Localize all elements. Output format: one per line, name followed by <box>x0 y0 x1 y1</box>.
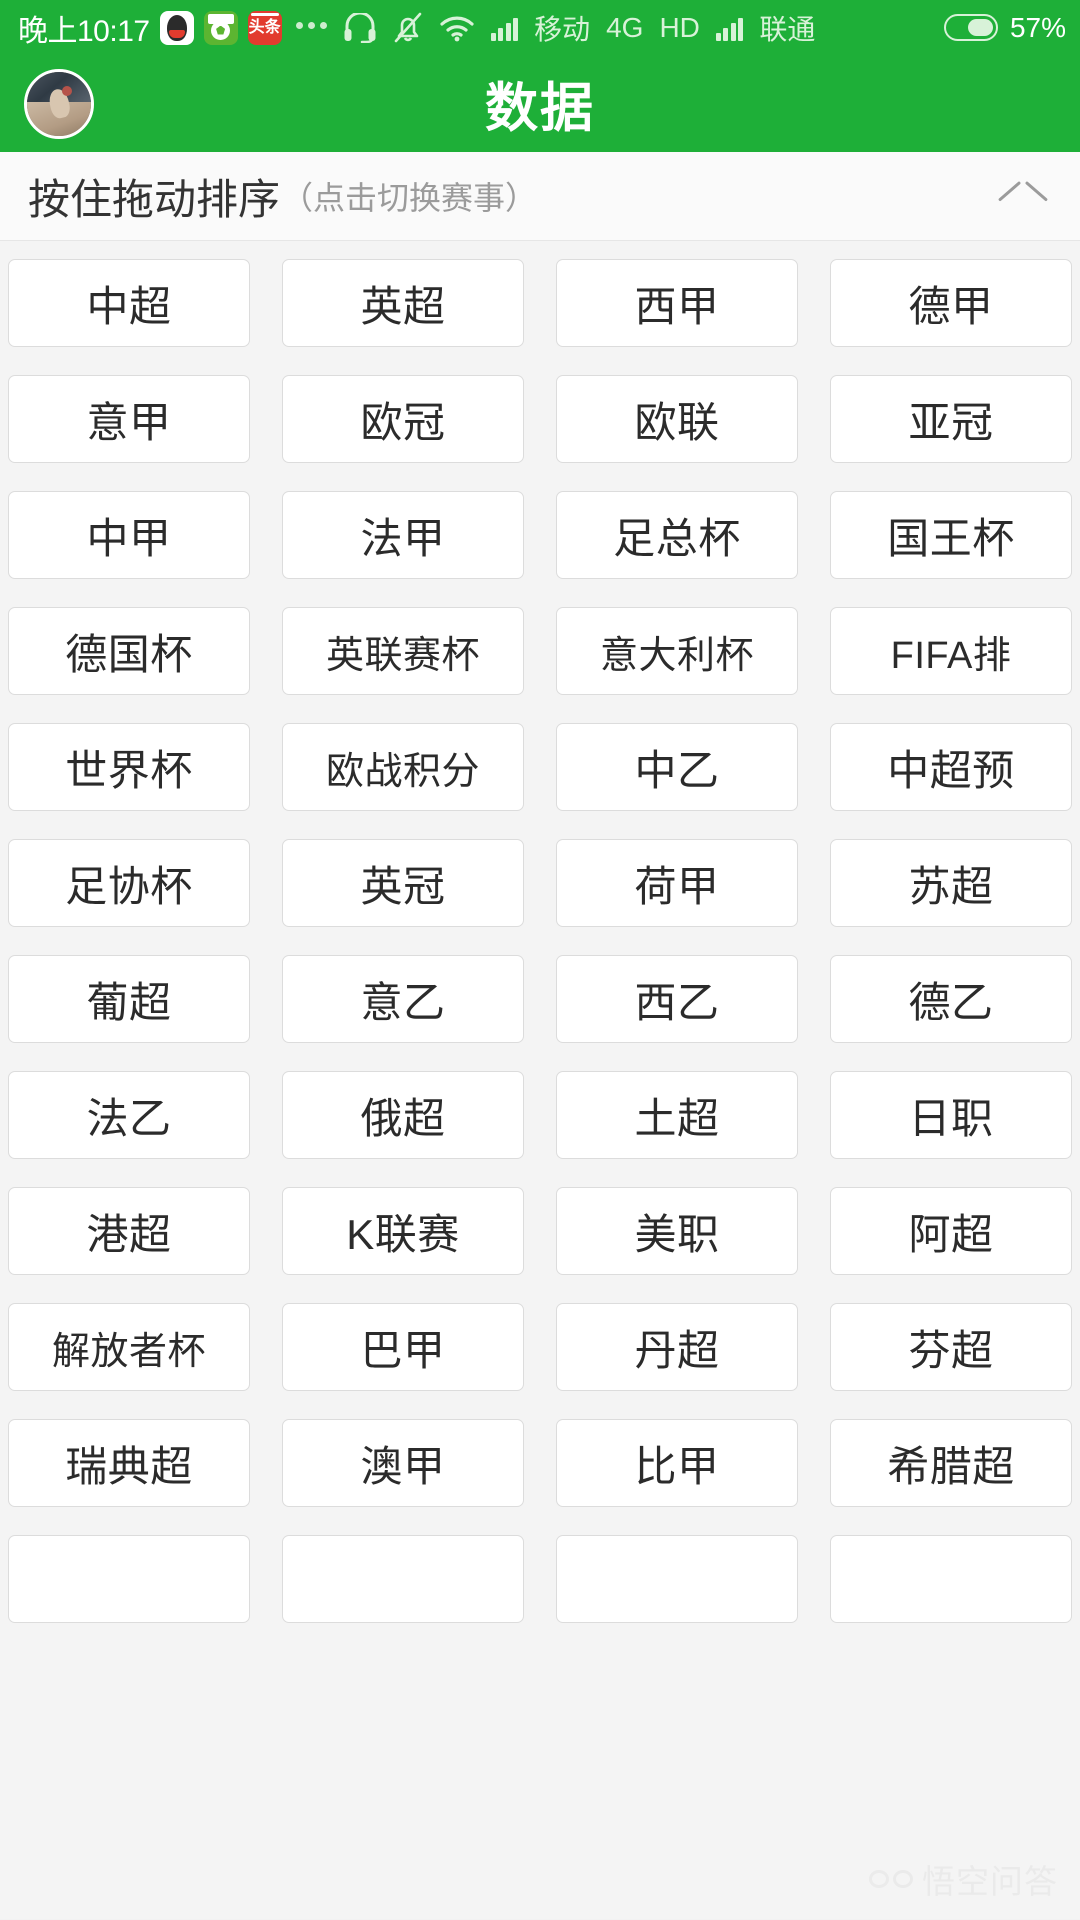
league-button[interactable]: 英超 <box>282 259 524 347</box>
league-button[interactable]: 土超 <box>556 1071 798 1159</box>
qq-icon <box>159 10 194 45</box>
league-button[interactable]: 法乙 <box>8 1071 250 1159</box>
headset-icon <box>344 12 376 43</box>
league-button[interactable]: 西甲 <box>556 259 798 347</box>
status-bar-notification-icons: 移动 4G HD 联通 <box>343 8 816 48</box>
hd-label: HD <box>659 11 700 43</box>
battery-percent-label: 57% <box>1009 11 1066 43</box>
league-button[interactable]: 美职 <box>556 1187 798 1275</box>
watermark-label: 悟空问答 <box>922 1863 1058 1900</box>
league-button[interactable]: 荷甲 <box>556 839 798 927</box>
league-button[interactable]: 中甲 <box>8 491 250 579</box>
league-button[interactable] <box>830 1535 1072 1623</box>
football-app-icon <box>203 10 238 45</box>
league-button[interactable] <box>282 1535 524 1623</box>
league-button[interactable]: 港超 <box>8 1187 250 1275</box>
league-button[interactable]: 巴甲 <box>282 1303 524 1391</box>
league-button[interactable]: 澳甲 <box>282 1419 524 1507</box>
league-button[interactable]: 比甲 <box>556 1419 798 1507</box>
battery-icon <box>943 14 998 41</box>
signal-icon-primary <box>490 15 519 41</box>
league-button[interactable]: 日职 <box>830 1071 1072 1159</box>
league-button[interactable]: 中乙 <box>556 723 798 811</box>
league-button[interactable]: 法甲 <box>282 491 524 579</box>
league-button[interactable]: 德国杯 <box>8 607 250 695</box>
league-button[interactable]: 亚冠 <box>830 375 1072 463</box>
league-button[interactable]: 意甲 <box>8 375 250 463</box>
status-clock: 晚上10:17 <box>18 14 150 48</box>
league-button[interactable] <box>556 1535 798 1623</box>
league-button[interactable]: 阿超 <box>830 1187 1072 1275</box>
league-button[interactable]: 英联赛杯 <box>282 607 524 695</box>
league-button[interactable]: 中超 <box>8 259 250 347</box>
league-button[interactable]: 意乙 <box>282 955 524 1043</box>
league-button[interactable]: 苏超 <box>830 839 1072 927</box>
league-button[interactable]: 足协杯 <box>8 839 250 927</box>
carrier-secondary-label: 联通 <box>759 13 816 45</box>
overflow-dots-icon <box>295 22 327 33</box>
league-button[interactable]: 中超预 <box>830 723 1072 811</box>
avatar[interactable] <box>24 68 94 139</box>
sort-hint-bar[interactable]: 按住拖动排序 （点击切换赛事） <box>0 152 1080 241</box>
wifi-icon <box>439 16 474 41</box>
league-button[interactable]: 意大利杯 <box>556 607 798 695</box>
app-header: 数据 <box>0 55 1080 152</box>
league-button[interactable]: 解放者杯 <box>8 1303 250 1391</box>
league-button[interactable]: 希腊超 <box>830 1419 1072 1507</box>
league-button[interactable]: 德乙 <box>830 955 1072 1043</box>
league-button[interactable]: 德甲 <box>830 259 1072 347</box>
league-button[interactable]: 丹超 <box>556 1303 798 1391</box>
status-bar-right: 57% <box>943 11 1066 44</box>
league-button[interactable]: FIFA排 <box>830 607 1072 695</box>
league-button[interactable]: 欧战积分 <box>282 723 524 811</box>
league-button[interactable]: 芬超 <box>830 1303 1072 1391</box>
watermark: 悟空问答 <box>869 1855 1058 1903</box>
sort-hint-sub-label: （点击切换赛事） <box>281 180 538 216</box>
league-button[interactable]: 俄超 <box>282 1071 524 1159</box>
chevron-up-icon[interactable] <box>1000 173 1046 219</box>
league-button[interactable]: 足总杯 <box>556 491 798 579</box>
league-grid-container: 中超 英超 西甲 德甲意甲 欧冠 欧联 亚冠中甲 法甲 足总杯 国王杯德国杯 英联赛杯 意大利杯 FIF… <box>0 241 1080 1919</box>
bell-muted-icon <box>394 12 421 42</box>
network-type-label: 4G <box>606 11 644 43</box>
signal-icon-secondary <box>715 15 744 41</box>
sort-hint-main-label: 按住拖动排序 <box>28 175 281 223</box>
league-button[interactable]: 葡超 <box>8 955 250 1043</box>
league-button[interactable]: 西乙 <box>556 955 798 1043</box>
page-title: 数据 <box>485 78 595 138</box>
carrier-primary-label: 移动 <box>534 13 591 45</box>
league-button[interactable]: 英冠 <box>282 839 524 927</box>
toutiao-icon: 头条 <box>247 10 282 45</box>
league-button[interactable]: 国王杯 <box>830 491 1072 579</box>
league-button[interactable]: K联赛 <box>282 1187 524 1275</box>
league-button[interactable]: 欧联 <box>556 375 798 463</box>
league-grid: 中超 英超 西甲 德甲意甲 欧冠 欧联 亚冠中甲 法甲 足总杯 国王杯德国杯 英联赛杯 意大利杯 FIF… <box>0 259 1080 1623</box>
league-button[interactable]: 欧冠 <box>282 375 524 463</box>
wukong-logo-icon <box>869 1864 913 1894</box>
league-button[interactable]: 世界杯 <box>8 723 250 811</box>
league-button[interactable]: 瑞典超 <box>8 1419 250 1507</box>
status-bar-left: 晚上10:17 头条 <box>18 6 327 50</box>
status-bar: 晚上10:17 头条 移动 4G HD 联通 57% <box>0 0 1080 55</box>
league-button[interactable] <box>8 1535 250 1623</box>
